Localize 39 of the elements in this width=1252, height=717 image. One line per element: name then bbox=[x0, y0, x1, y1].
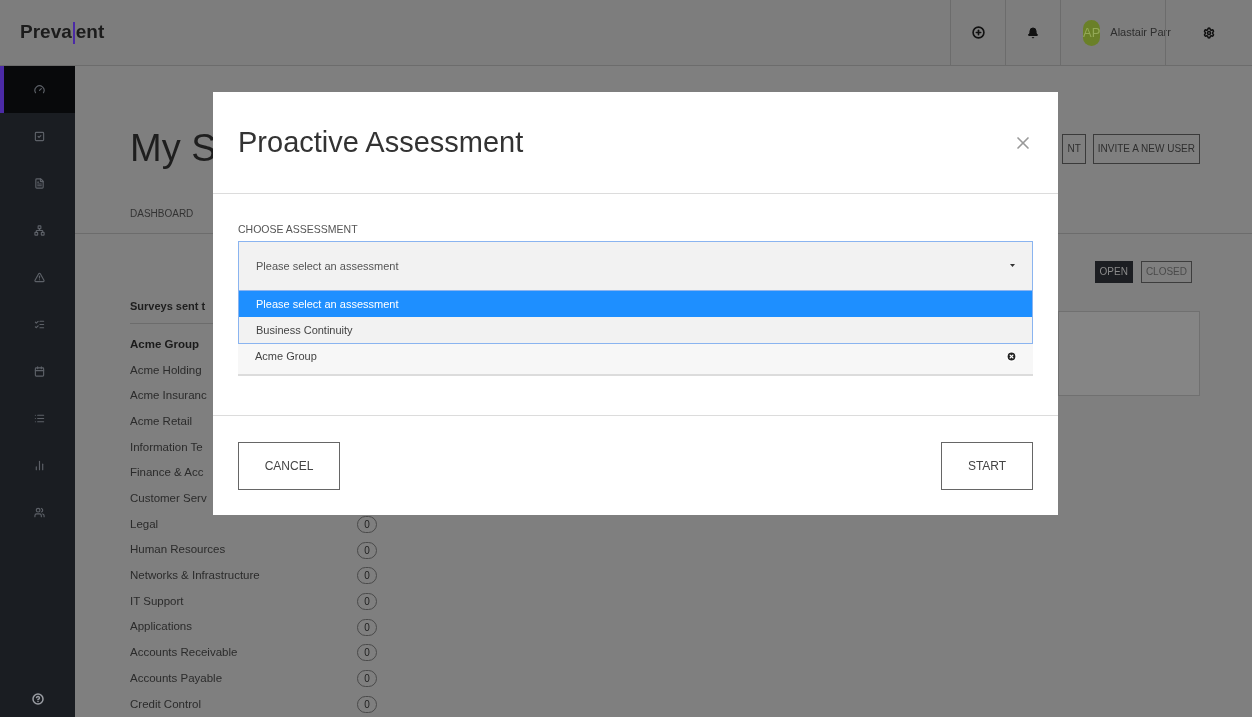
bar-chart-icon bbox=[34, 460, 45, 471]
sidebar-item[interactable] bbox=[0, 66, 75, 113]
cancel-button[interactable]: CANCEL bbox=[238, 441, 340, 490]
filter-toggle[interactable]: OPEN bbox=[1094, 260, 1133, 283]
survey-group[interactable]: Accounts Payable bbox=[130, 669, 357, 688]
caret-icon bbox=[1010, 264, 1015, 268]
survey-group[interactable]: Credit Control bbox=[130, 695, 357, 713]
assessment-select[interactable]: Please select an assessment bbox=[238, 240, 1033, 291]
survey-group[interactable]: Accounts Receivable bbox=[130, 644, 357, 662]
action-button[interactable]: INVITE A NEW USER bbox=[1092, 133, 1200, 164]
settings-icon[interactable] bbox=[1203, 26, 1215, 39]
calendar-icon bbox=[34, 366, 45, 377]
tab[interactable]: DASHBOARD bbox=[130, 205, 194, 221]
survey-group[interactable]: Human Resources bbox=[130, 541, 357, 559]
list-icon bbox=[34, 413, 45, 424]
notification-icon[interactable] bbox=[1027, 26, 1039, 39]
user-name[interactable]: Alastair Parr bbox=[1110, 24, 1171, 41]
document-icon bbox=[34, 178, 45, 189]
hierarchy-icon bbox=[34, 225, 45, 236]
users-icon bbox=[34, 507, 45, 518]
tag: Acme Group bbox=[255, 348, 317, 365]
survey-group[interactable]: Networks & Infrastructure bbox=[130, 567, 357, 585]
checklist-icon bbox=[34, 319, 45, 330]
gauge-icon bbox=[34, 84, 45, 95]
modal-title: Proactive Assessment bbox=[238, 124, 524, 160]
survey-group[interactable]: IT Support bbox=[130, 592, 357, 611]
field-label: CHOOSE ASSESSMENT bbox=[238, 222, 359, 237]
survey-group[interactable]: Applications bbox=[130, 618, 357, 636]
warning-icon bbox=[34, 272, 45, 283]
logo: Preva ent bbox=[19, 20, 105, 46]
survey-group[interactable]: Legal bbox=[130, 515, 357, 533]
checkbox-icon bbox=[34, 131, 45, 142]
section-heading: Surveys sent t bbox=[130, 299, 206, 312]
remove-icon[interactable] bbox=[1006, 350, 1017, 362]
add-icon[interactable] bbox=[971, 26, 985, 39]
start-button[interactable]: START bbox=[941, 441, 1033, 490]
dropdown-option[interactable]: Please select an assessment bbox=[239, 290, 1032, 317]
help-icon[interactable] bbox=[31, 693, 44, 705]
action-button[interactable]: NT bbox=[1062, 133, 1086, 164]
